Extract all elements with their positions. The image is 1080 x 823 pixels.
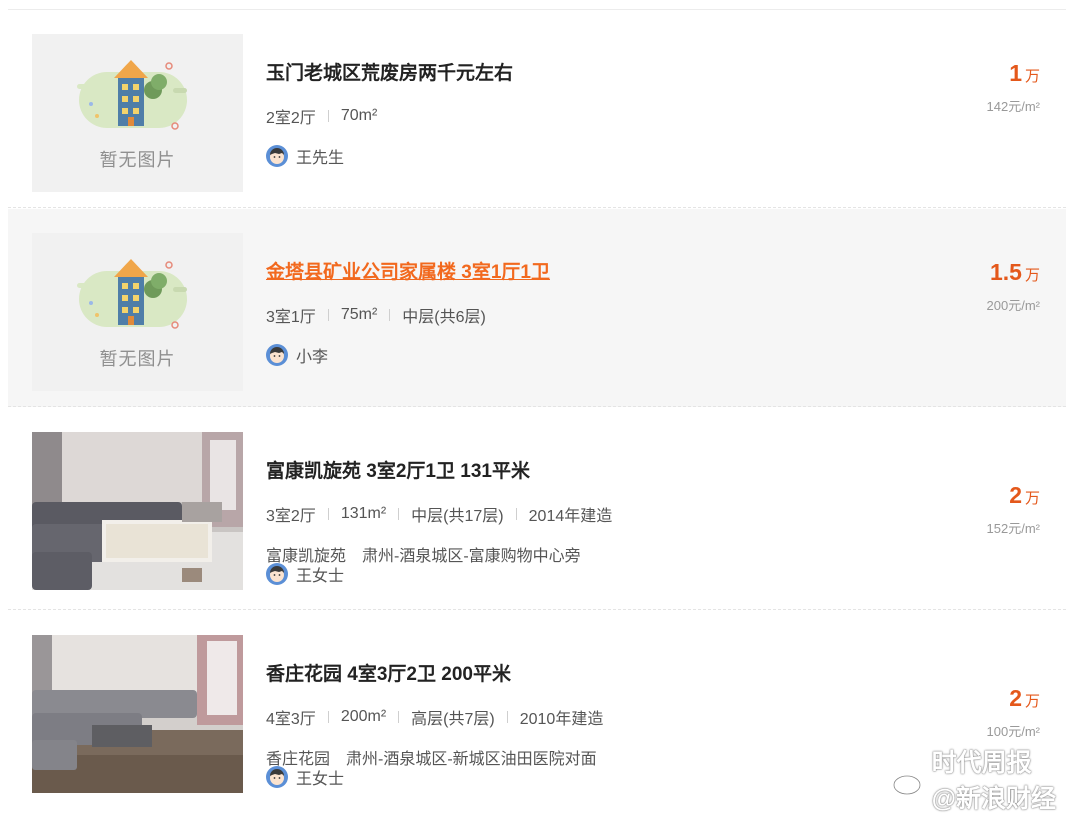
area-text: 70m² [340, 107, 378, 124]
floor-text: 高层(共7层) [411, 711, 495, 728]
item-divider [8, 609, 1066, 610]
agent-info[interactable]: 王先生 [266, 144, 344, 168]
listing-meta: 4室3厅 200m² 高层(共7层) 2010年建造 [266, 705, 603, 729]
area-text: 131m² [340, 505, 387, 522]
meta-separator [515, 508, 517, 520]
price-value: 1 [1009, 60, 1022, 86]
listing-thumbnail[interactable]: 暂无图片 [32, 34, 243, 192]
no-image-text: 暂无图片 [99, 349, 176, 369]
agent-avatar-icon [266, 766, 288, 788]
total-price: 2万 [1009, 685, 1040, 712]
location-text: 肃州-酒泉城区-富康购物中心旁 [362, 548, 581, 565]
meta-separator [506, 711, 508, 723]
listing-title-link[interactable]: 金塔县矿业公司家属楼 3室1厅1卫 [266, 257, 550, 284]
price-value: 1.5 [990, 259, 1022, 285]
agent-name: 王先生 [296, 150, 345, 167]
build-year-text: 2010年建造 [519, 711, 604, 728]
agent-avatar-icon [266, 563, 288, 585]
layout-text: 2室2厅 [266, 110, 316, 127]
agent-name: 小李 [296, 349, 329, 366]
price-unit: 万 [1024, 693, 1040, 710]
no-image-illustration-icon [77, 259, 187, 329]
listing-meta: 3室2厅 131m² 中层(共17层) 2014年建造 [266, 502, 612, 526]
listing-title[interactable]: 香庄花园 4室3厅2卫 200平米 [266, 659, 511, 686]
no-image-illustration-icon [77, 60, 187, 130]
listing-meta: 3室1厅 75m² 中层(共6层) [266, 303, 486, 327]
meta-separator [327, 110, 329, 122]
floor-text: 中层(共6层) [402, 309, 486, 326]
living-room-photo [32, 432, 243, 590]
unit-price: 200元/m² [986, 298, 1040, 313]
area-text: 75m² [340, 306, 378, 323]
listing-title[interactable]: 富康凯旋苑 3室2厅1卫 131平米 [266, 456, 530, 483]
layout-text: 3室2厅 [266, 508, 316, 525]
price-value: 2 [1009, 482, 1022, 508]
listing-photo[interactable] [32, 635, 243, 793]
unit-price: 152元/m² [986, 521, 1040, 536]
unit-price: 142元/m² [986, 99, 1040, 114]
location-text: 肃州-酒泉城区-新城区油田医院对面 [346, 751, 597, 768]
meta-separator [398, 711, 400, 723]
listing-item[interactable]: 暂无图片 金塔县矿业公司家属楼 3室1厅1卫 3室1厅 75m² 中层(共6层)… [8, 209, 1066, 407]
area-text: 200m² [340, 708, 387, 725]
listing-item[interactable]: 暂无图片 玉门老城区荒废房两千元左右 2室2厅 70m² 王先生 1万 142元… [8, 10, 1066, 208]
agent-avatar-icon [266, 145, 288, 167]
price-value: 2 [1009, 685, 1022, 711]
no-image-text: 暂无图片 [99, 150, 176, 170]
listing-photo[interactable] [32, 432, 243, 590]
watermark-line1: 时代周报 [931, 749, 1032, 777]
listing-thumbnail[interactable]: 暂无图片 [32, 233, 243, 391]
price-unit: 万 [1024, 267, 1040, 284]
meta-separator [327, 309, 329, 321]
price-unit: 万 [1024, 490, 1040, 507]
layout-text: 4室3厅 [266, 711, 316, 728]
item-divider [8, 406, 1066, 407]
meta-separator [398, 508, 400, 520]
total-price: 1.5 万 [990, 259, 1040, 286]
agent-name: 王女士 [296, 568, 345, 585]
listing-title[interactable]: 玉门老城区荒废房两千元左右 [266, 58, 513, 85]
listing-meta: 2室2厅 70m² [266, 104, 377, 128]
build-year-text: 2014年建造 [528, 508, 613, 525]
floor-text: 中层(共17层) [411, 508, 504, 525]
weibo-logo-icon [892, 769, 924, 796]
listing-item[interactable]: 富康凯旋苑 3室2厅1卫 131平米 3室2厅 131m² 中层(共17层) 2… [8, 408, 1066, 610]
total-price: 2万 [1009, 482, 1040, 509]
watermark-line2: @新浪财经 [931, 785, 1056, 813]
layout-text: 3室1厅 [266, 309, 316, 326]
agent-avatar-icon [266, 344, 288, 366]
unit-price: 100元/m² [986, 724, 1040, 739]
agent-info[interactable]: 王女士 [266, 765, 344, 789]
watermark: 时代周报 @新浪财经 [892, 743, 1056, 815]
price-unit: 万 [1024, 68, 1040, 85]
meta-separator [327, 711, 329, 723]
meta-separator [327, 508, 329, 520]
living-room-photo [32, 635, 243, 793]
total-price: 1万 [1009, 60, 1040, 87]
item-divider [8, 207, 1066, 208]
agent-info[interactable]: 王女士 [266, 562, 344, 586]
meta-separator [389, 309, 391, 321]
agent-name: 王女士 [296, 771, 345, 788]
agent-info[interactable]: 小李 [266, 343, 328, 367]
